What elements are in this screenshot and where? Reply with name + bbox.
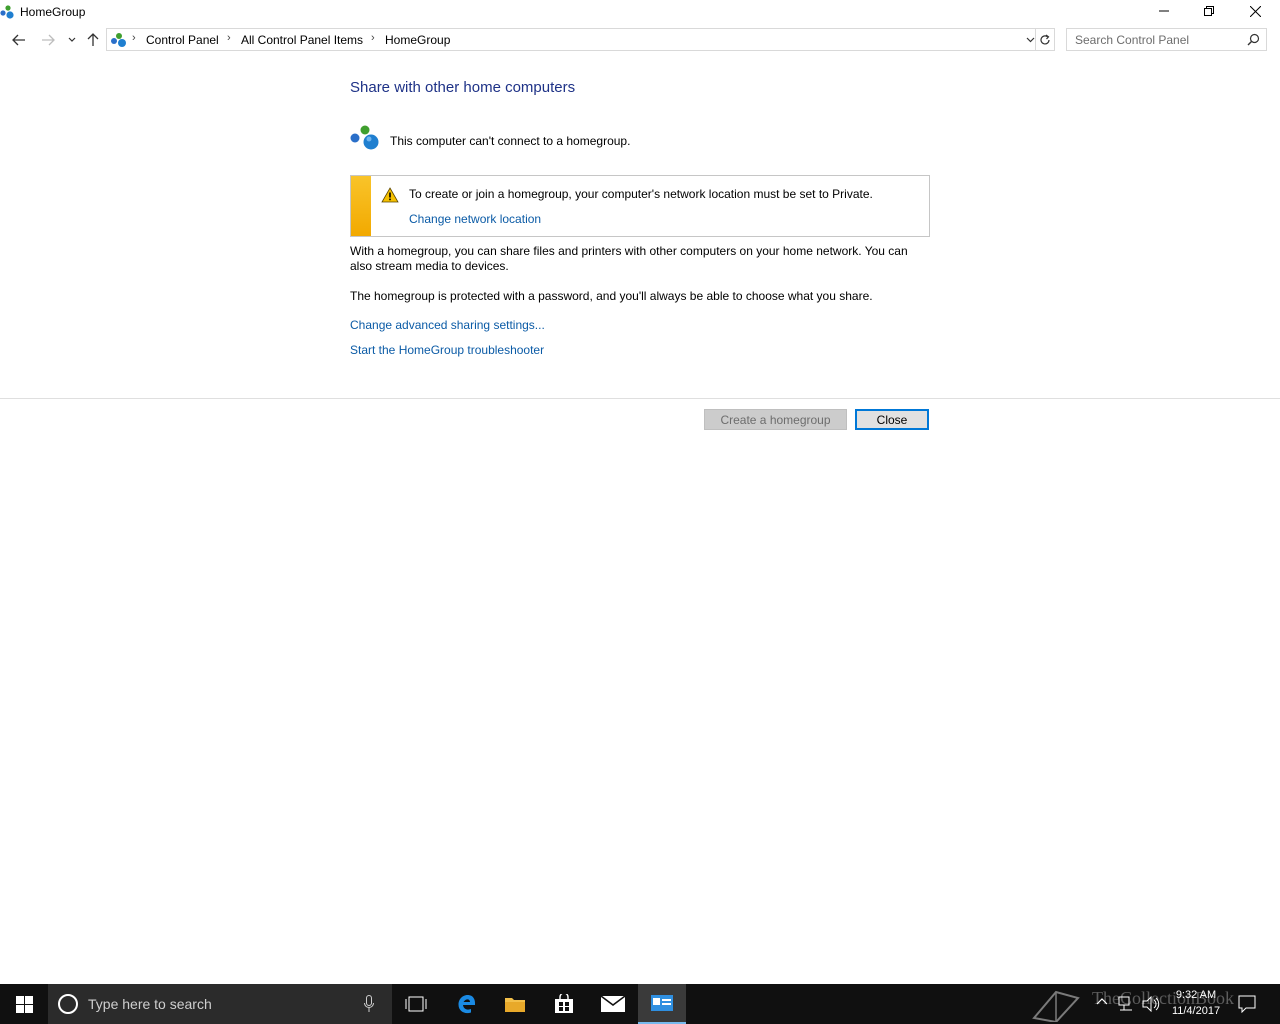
breadcrumb-homegroup[interactable]: HomeGroup (385, 33, 450, 47)
warning-icon (381, 187, 399, 203)
clock-time[interactable]: 9:32 AM (1168, 989, 1224, 1001)
book-logo-icon (1032, 990, 1080, 1022)
edge-button[interactable] (443, 984, 491, 1024)
forward-arrow-icon (42, 34, 55, 46)
task-view-icon (405, 996, 427, 1012)
chevron-right-icon: › (371, 32, 375, 44)
volume-icon[interactable] (1142, 996, 1160, 1012)
back-button[interactable] (9, 30, 29, 50)
folder-icon (505, 998, 525, 1012)
troubleshooter-link[interactable]: Start the HomeGroup troubleshooter (350, 343, 544, 357)
title-bar: HomeGroup (0, 0, 1280, 24)
chevron-down-icon (1026, 37, 1034, 43)
taskbar: Type here to search TheCollectionBook 9:… (0, 984, 1280, 1024)
network-icon[interactable] (1118, 996, 1134, 1012)
up-arrow-icon (87, 33, 99, 46)
warning-strip (351, 176, 371, 236)
close-window-button[interactable] (1232, 0, 1278, 22)
start-button[interactable] (0, 984, 48, 1024)
chevron-right-icon: › (227, 32, 231, 44)
windows-logo-icon (15, 995, 33, 1013)
control-panel-icon (111, 33, 126, 47)
homegroup-icon (0, 5, 14, 19)
breadcrumb-control-panel[interactable]: Control Panel (146, 33, 219, 47)
refresh-button[interactable] (1036, 28, 1055, 51)
homegroup-icon (350, 125, 379, 150)
clock-date[interactable]: 11/4/2017 (1166, 1005, 1226, 1017)
homegroup-status: This computer can't connect to a homegro… (390, 134, 631, 148)
divider (0, 398, 1280, 399)
refresh-icon (1040, 34, 1050, 44)
store-button[interactable] (540, 984, 588, 1024)
chevron-up-icon[interactable] (1096, 997, 1108, 1005)
restore-icon (1204, 6, 1214, 16)
advanced-sharing-link[interactable]: Change advanced sharing settings... (350, 318, 545, 332)
restore-button[interactable] (1186, 0, 1232, 22)
mail-icon (601, 996, 625, 1012)
search-box[interactable]: Search Control Panel (1066, 28, 1267, 51)
search-icon[interactable] (1247, 33, 1260, 46)
change-network-location-link[interactable]: Change network location (409, 212, 541, 226)
close-button[interactable]: Close (855, 409, 929, 430)
back-arrow-icon (12, 34, 25, 46)
edge-icon (458, 994, 476, 1014)
breadcrumb-all-items[interactable]: All Control Panel Items (241, 33, 363, 47)
recent-locations-button[interactable] (62, 30, 82, 50)
homegroup-description: With a homegroup, you can share files an… (350, 244, 908, 273)
mail-button[interactable] (589, 984, 637, 1024)
window-title: HomeGroup (20, 5, 86, 19)
control-panel-taskbar-button[interactable] (638, 984, 686, 1024)
file-explorer-button[interactable] (491, 984, 539, 1024)
chevron-down-icon (68, 37, 76, 42)
search-input[interactable]: Search Control Panel (1075, 33, 1189, 47)
up-button[interactable] (83, 30, 103, 50)
store-icon (555, 994, 573, 1013)
address-dropdown-button[interactable] (1023, 32, 1037, 48)
microphone-icon[interactable] (364, 995, 374, 1013)
page-title: Share with other home computers (350, 79, 576, 96)
taskbar-search-input[interactable]: Type here to search (88, 996, 212, 1012)
forward-button[interactable] (38, 30, 58, 50)
warning-message: To create or join a homegroup, your comp… (409, 187, 873, 201)
minimize-button[interactable] (1141, 0, 1187, 22)
control-panel-icon (651, 995, 673, 1011)
taskbar-search[interactable]: Type here to search (48, 984, 392, 1024)
close-icon (1249, 5, 1261, 17)
create-homegroup-button[interactable]: Create a homegroup (704, 409, 847, 430)
action-center-icon[interactable] (1238, 995, 1256, 1013)
minimize-icon (1159, 10, 1169, 12)
navigation-bar: › Control Panel › All Control Panel Item… (0, 28, 1280, 52)
cortana-icon (58, 994, 78, 1014)
task-view-button[interactable] (392, 984, 440, 1024)
password-description: The homegroup is protected with a passwo… (350, 289, 873, 303)
chevron-right-icon: › (132, 32, 136, 44)
address-bar[interactable]: › Control Panel › All Control Panel Item… (106, 28, 1036, 51)
warning-panel: To create or join a homegroup, your comp… (350, 175, 930, 237)
